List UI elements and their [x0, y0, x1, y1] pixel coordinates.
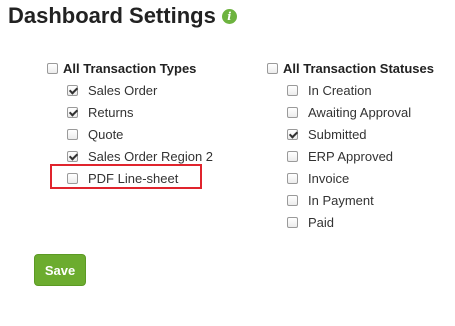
all-transaction-types-checkbox[interactable]	[47, 62, 58, 74]
option-paid[interactable]: Paid	[267, 211, 434, 233]
option-label: Invoice	[308, 170, 350, 186]
option-sales-order-region-2[interactable]: Sales Order Region 2	[47, 145, 213, 167]
option-label: Submitted	[308, 126, 367, 142]
checkbox-in-creation[interactable]	[287, 84, 298, 96]
option-label: Sales Order	[88, 82, 158, 98]
checkbox-sales-order[interactable]	[67, 84, 78, 96]
checkbox-paid[interactable]	[287, 216, 298, 228]
save-button[interactable]: Save	[34, 254, 86, 286]
all-transaction-types-option[interactable]: All Transaction Types	[47, 57, 213, 79]
all-transaction-statuses-label: All Transaction Statuses	[283, 60, 434, 76]
transaction-types-group: All Transaction Types Sales Order Returns…	[47, 57, 213, 189]
all-transaction-statuses-option[interactable]: All Transaction Statuses	[267, 57, 434, 79]
option-label: In Creation	[308, 82, 372, 98]
option-pdf-line-sheet[interactable]: PDF Line-sheet	[47, 167, 213, 189]
option-sales-order[interactable]: Sales Order	[47, 79, 213, 101]
all-transaction-statuses-checkbox[interactable]	[267, 62, 278, 74]
option-quote[interactable]: Quote	[47, 123, 213, 145]
checkbox-erp-approved[interactable]	[287, 150, 298, 162]
checkbox-pdf-line-sheet[interactable]	[67, 172, 78, 184]
page-title-text: Dashboard Settings	[8, 3, 216, 28]
option-submitted[interactable]: Submitted	[267, 123, 434, 145]
page-title: Dashboard Settings i	[8, 3, 237, 29]
option-label: PDF Line-sheet	[88, 170, 179, 186]
checkbox-sales-order-region-2[interactable]	[67, 150, 78, 162]
option-awaiting-approval[interactable]: Awaiting Approval	[267, 101, 434, 123]
option-label: Quote	[88, 126, 124, 142]
option-label: ERP Approved	[308, 148, 394, 164]
checkbox-submitted[interactable]	[287, 128, 298, 140]
option-erp-approved[interactable]: ERP Approved	[267, 145, 434, 167]
checkbox-invoice[interactable]	[287, 172, 298, 184]
checkbox-returns[interactable]	[67, 106, 78, 118]
option-label: In Payment	[308, 192, 374, 208]
option-invoice[interactable]: Invoice	[267, 167, 434, 189]
option-in-creation[interactable]: In Creation	[267, 79, 434, 101]
option-label: Awaiting Approval	[308, 104, 412, 120]
checkbox-quote[interactable]	[67, 128, 78, 140]
transaction-statuses-group: All Transaction Statuses In Creation Awai…	[267, 57, 434, 233]
all-transaction-types-label: All Transaction Types	[63, 60, 197, 76]
checkbox-in-payment[interactable]	[287, 194, 298, 206]
option-label: Sales Order Region 2	[88, 148, 214, 164]
checkbox-awaiting-approval[interactable]	[287, 106, 298, 118]
option-label: Paid	[308, 214, 335, 230]
option-in-payment[interactable]: In Payment	[267, 189, 434, 211]
option-returns[interactable]: Returns	[47, 101, 213, 123]
option-label: Returns	[88, 104, 134, 120]
info-icon[interactable]: i	[221, 8, 237, 24]
